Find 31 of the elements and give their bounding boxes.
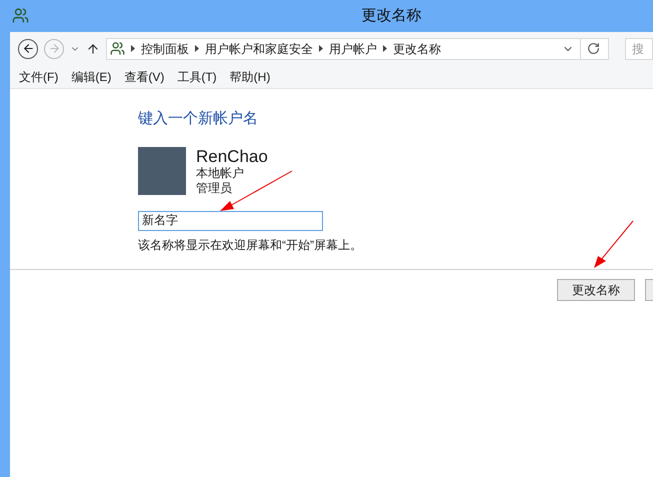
up-icon[interactable] [86, 42, 100, 56]
account-type: 本地帐户 [196, 166, 245, 180]
caret-icon [383, 45, 387, 52]
menu-item[interactable]: 工具(T) [177, 68, 217, 86]
breadcrumb[interactable]: 用户帐户 [329, 40, 377, 58]
menu-item[interactable]: 帮助(H) [230, 68, 270, 86]
breadcrumb[interactable]: 更改名称 [393, 40, 441, 58]
menu-item[interactable]: 编辑(E) [71, 68, 112, 86]
annotation-arrow [594, 220, 634, 268]
avatar-placeholder [138, 146, 186, 194]
caret-icon [319, 45, 323, 52]
back-arrow-icon [22, 42, 34, 55]
caret-icon [195, 45, 199, 52]
breadcrumb[interactable]: 用户帐户和家庭安全 [205, 40, 313, 58]
account-role: 管理员 [196, 180, 233, 196]
menu-item[interactable]: 查看(V) [124, 68, 164, 86]
forward-arrow-icon [48, 42, 60, 55]
address-field[interactable]: 控制面板 用户帐户和家庭安全 用户帐户 更改名称 [106, 38, 609, 60]
name-input-field[interactable]: 新名字 [138, 210, 323, 230]
users-icon [12, 7, 29, 24]
window-title: 更改名称 [360, 6, 422, 26]
users-icon [110, 41, 125, 56]
caret-icon [131, 45, 135, 52]
rename-button[interactable]: 更改名称 [557, 279, 635, 301]
menu-item[interactable]: 文件(F) [19, 68, 58, 86]
page-heading: 键入一个新帐户名 [138, 109, 259, 129]
account-name: RenChao [196, 146, 268, 166]
hint-text: 该名称将显示在欢迎屏幕和“开始”屏幕上。 [138, 236, 363, 254]
back-button[interactable] [18, 38, 38, 58]
breadcrumb[interactable]: 控制面板 [141, 40, 189, 58]
refresh-icon[interactable] [587, 42, 600, 55]
